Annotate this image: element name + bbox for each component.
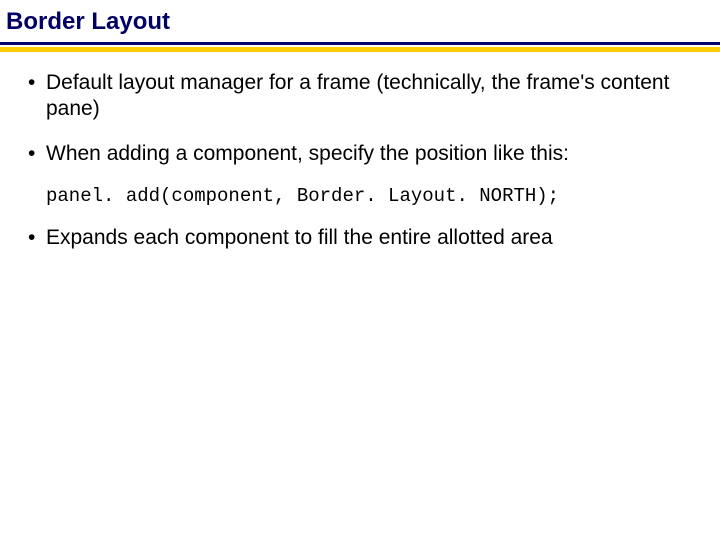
slide-title: Border Layout — [6, 8, 714, 36]
bullet-list-1: Default layout manager for a frame (tech… — [28, 70, 692, 167]
title-block: Border Layout — [0, 0, 720, 42]
bullet-item: Default layout manager for a frame (tech… — [28, 70, 692, 123]
bullet-item: Expands each component to fill the entir… — [28, 225, 692, 251]
slide: Border Layout Default layout manager for… — [0, 0, 720, 540]
bullet-list-2: Expands each component to fill the entir… — [28, 225, 692, 251]
title-underline — [0, 42, 720, 52]
bullet-item: When adding a component, specify the pos… — [28, 141, 692, 167]
code-line: panel. add(component, Border. Layout. NO… — [46, 185, 692, 207]
slide-body: Default layout manager for a frame (tech… — [0, 52, 720, 251]
